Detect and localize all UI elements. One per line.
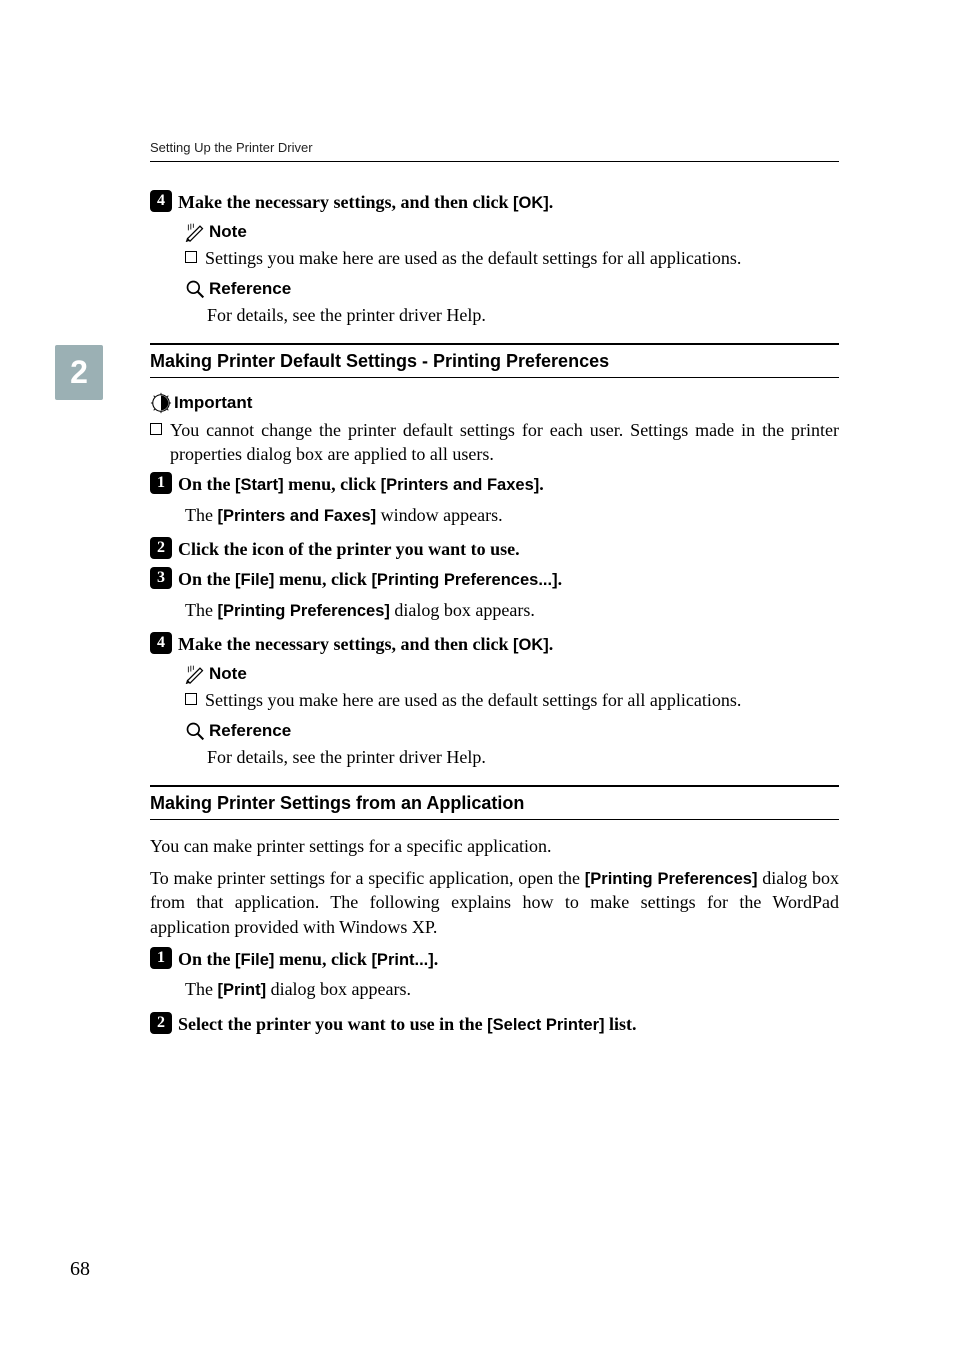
intro-para: You can make printer settings for a spec… <box>150 834 839 858</box>
step-text: Select the printer you want to use in th… <box>178 1012 637 1036</box>
reference-body: For details, see the printer driver Help… <box>207 303 839 327</box>
reference-header: Reference <box>185 721 839 741</box>
ok-button-label: [OK] <box>513 636 549 654</box>
note-bullet: Settings you make here are used as the d… <box>185 246 839 270</box>
section-rule <box>150 377 839 378</box>
step-text: Make the necessary settings, and then cl… <box>178 632 553 656</box>
reference-body: For details, see the printer driver Help… <box>207 745 839 769</box>
printers-faxes-label: [Printers and Faxes] <box>381 476 540 494</box>
important-icon <box>150 392 172 414</box>
file-menu-label: [File] <box>235 951 274 969</box>
step-text: Click the icon of the printer you want t… <box>178 537 520 561</box>
note-bullet: Settings you make here are used as the d… <box>185 688 839 712</box>
bullet-icon <box>150 423 162 435</box>
print-menu-label: [Print...] <box>371 951 433 969</box>
step-number-badge: 1 <box>150 947 172 969</box>
step-number-badge: 3 <box>150 567 172 589</box>
important-bullet: You cannot change the printer default se… <box>150 418 839 467</box>
reference-label: Reference <box>209 279 291 299</box>
s1-step3: 3 On the [File] menu, click [Printing Pr… <box>150 567 839 591</box>
step-continuation: The [Printers and Faxes] window appears. <box>185 503 839 527</box>
chapter-tab: 2 <box>55 345 103 400</box>
chapter-number: 2 <box>70 354 88 391</box>
section-heading: Making Printer Settings from an Applicat… <box>150 793 839 814</box>
section-heading: Making Printer Default Settings - Printi… <box>150 351 839 372</box>
note-icon <box>185 222 205 242</box>
step-continuation: The [Printing Preferences] dialog box ap… <box>185 598 839 622</box>
intro-para: To make printer settings for a specific … <box>150 866 839 939</box>
step-number-badge: 4 <box>150 632 172 654</box>
step-text: On the [File] menu, click [Printing Pref… <box>178 567 562 591</box>
bullet-icon <box>185 251 197 263</box>
ok-button-label: [OK] <box>513 194 549 212</box>
note-label: Note <box>209 222 247 242</box>
s1-step2: 2 Click the icon of the printer you want… <box>150 537 839 561</box>
printing-prefs-label: [Printing Preferences...] <box>371 571 557 589</box>
step-text: On the [Start] menu, click [Printers and… <box>178 472 544 496</box>
note-header: Note <box>185 222 839 242</box>
step-text: On the [File] menu, click [Print...]. <box>178 947 438 971</box>
reference-label: Reference <box>209 721 291 741</box>
note-label: Note <box>209 664 247 684</box>
running-header: Setting Up the Printer Driver <box>150 140 839 155</box>
step-continuation: The [Print] dialog box appears. <box>185 977 839 1001</box>
section-rule <box>150 785 839 787</box>
select-printer-label: [Select Printer] <box>487 1016 604 1034</box>
start-menu-label: [Start] <box>235 476 284 494</box>
page-number: 68 <box>70 1258 90 1281</box>
s2-step1: 1 On the [File] menu, click [Print...]. <box>150 947 839 971</box>
s1-step1: 1 On the [Start] menu, click [Printers a… <box>150 472 839 496</box>
step-text: Make the necessary settings, and then cl… <box>178 190 553 214</box>
reference-icon <box>185 279 205 299</box>
step-number-badge: 4 <box>150 190 172 212</box>
step-4a: 4 Make the necessary settings, and then … <box>150 190 839 214</box>
section-rule <box>150 819 839 820</box>
note-header: Note <box>185 664 839 684</box>
reference-icon <box>185 721 205 741</box>
section-rule <box>150 343 839 345</box>
s2-step2: 2 Select the printer you want to use in … <box>150 1012 839 1036</box>
note-icon <box>185 664 205 684</box>
step-number-badge: 2 <box>150 537 172 559</box>
reference-header: Reference <box>185 279 839 299</box>
important-header: Important <box>150 392 839 414</box>
header-rule <box>150 161 839 162</box>
step-number-badge: 1 <box>150 472 172 494</box>
file-menu-label: [File] <box>235 571 274 589</box>
s1-step4: 4 Make the necessary settings, and then … <box>150 632 839 656</box>
bullet-icon <box>185 693 197 705</box>
step-number-badge: 2 <box>150 1012 172 1034</box>
important-label: Important <box>174 393 252 413</box>
